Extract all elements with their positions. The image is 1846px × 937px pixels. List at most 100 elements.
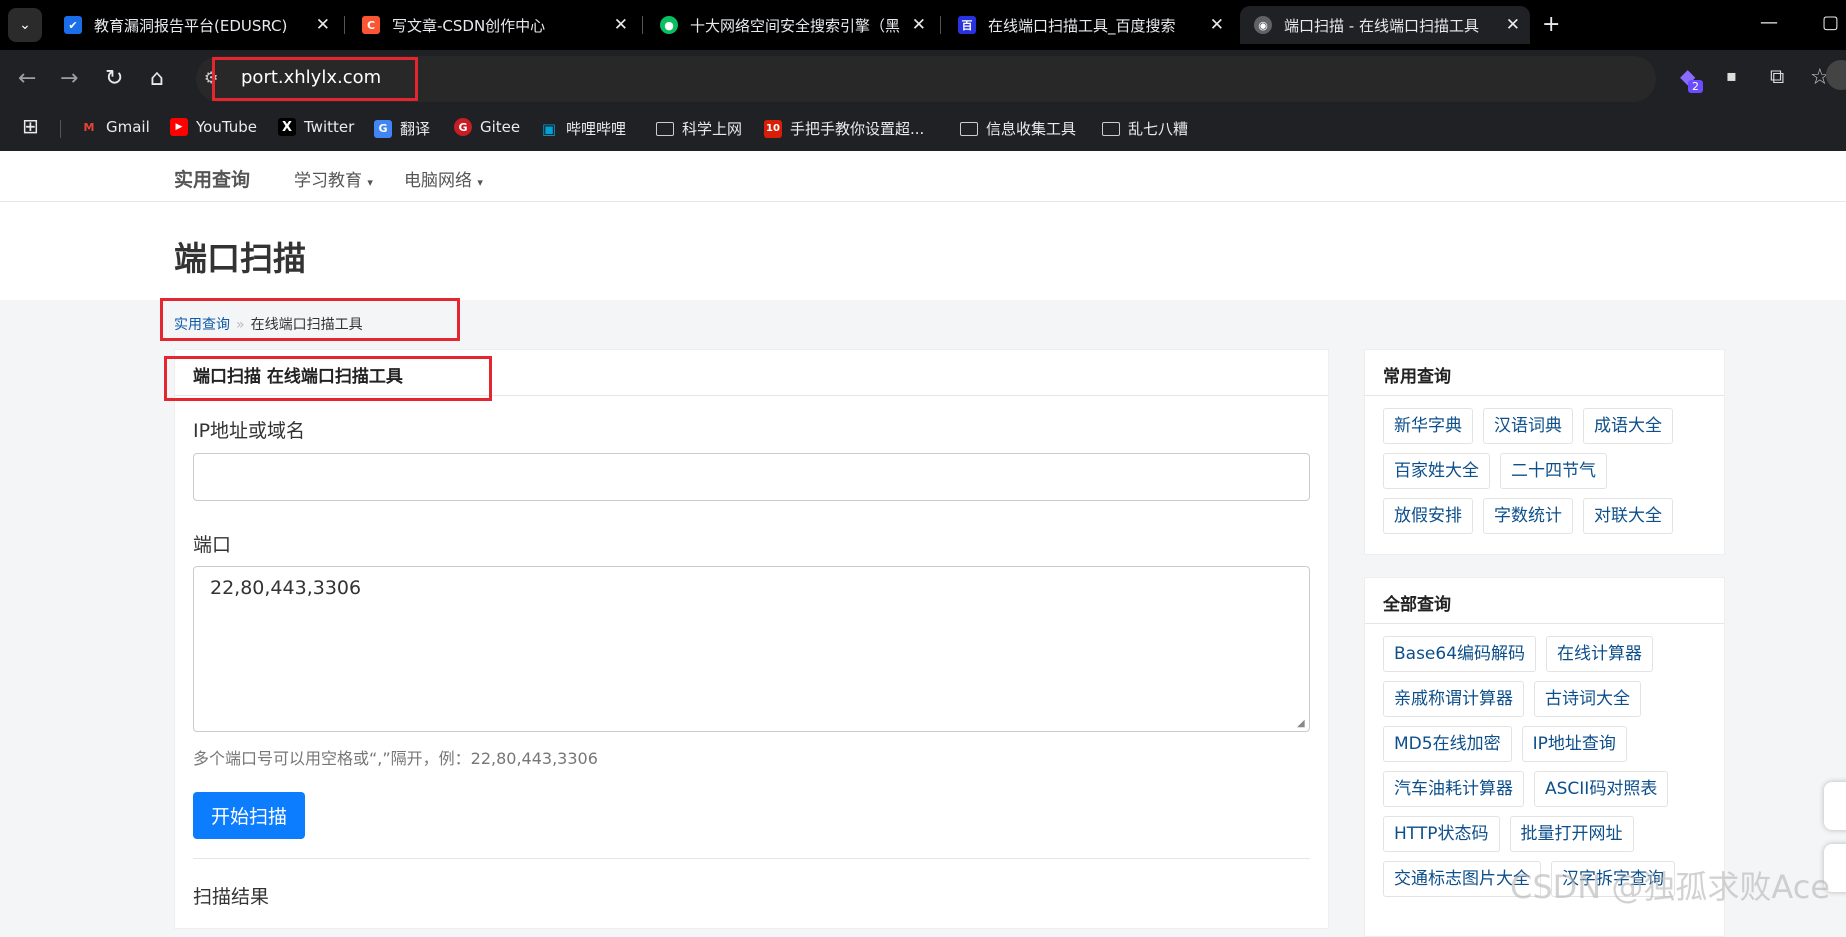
new-tab-plus-icon[interactable]: + <box>1542 12 1560 37</box>
query-link[interactable]: 批量打开网址 <box>1509 816 1634 852</box>
close-icon[interactable]: ✕ <box>614 15 628 35</box>
bookmark-twitter[interactable]: X Twitter <box>278 118 354 136</box>
minimize-icon[interactable]: — <box>1760 12 1778 33</box>
ip-input[interactable] <box>193 453 1310 501</box>
divider <box>193 858 1310 859</box>
folder-icon <box>656 121 674 136</box>
tab-divider <box>344 16 345 34</box>
bookmark-tutorial[interactable]: 10 手把手教你设置超... <box>764 118 924 139</box>
address-bar[interactable]: ⚙ port.xhlylx.com ☆ <box>196 56 1830 102</box>
home-icon[interactable]: ⌂ <box>150 66 164 91</box>
bookmark-label: Gitee <box>480 118 521 136</box>
resize-handle-icon[interactable]: ◢ <box>1297 718 1305 729</box>
common-query-panel: 常用查询 新华字典 汉语词典 成语大全 百家姓大全 二十四节气 放假安排 字数统… <box>1364 349 1725 555</box>
all-query-title: 全部查询 <box>1365 578 1724 624</box>
common-query-title: 常用查询 <box>1365 350 1724 396</box>
gmail-icon: M <box>83 120 95 134</box>
gitee-icon: G <box>454 118 472 136</box>
bookmark-folder[interactable]: 信息收集工具 <box>960 118 1076 139</box>
puzzle-icon[interactable]: ⧉ <box>1770 64 1784 88</box>
wechat-icon: ● <box>660 16 678 34</box>
query-link[interactable]: IP地址查询 <box>1521 726 1627 762</box>
floating-tool-button[interactable] <box>1824 782 1846 830</box>
query-link[interactable]: ASCII码对照表 <box>1534 771 1669 807</box>
bilibili-icon: ▣ <box>541 119 557 138</box>
bookmark-label: 翻译 <box>400 120 431 138</box>
folder-icon <box>1102 121 1120 136</box>
page-title: 端口扫描 <box>174 239 306 278</box>
bookmark-label: 手把手教你设置超... <box>790 120 925 138</box>
reload-icon[interactable]: ↻ <box>105 66 123 91</box>
query-link[interactable]: 亲戚称谓计算器 <box>1383 681 1524 717</box>
url-text[interactable]: port.xhlylx.com <box>241 67 381 88</box>
back-arrow-icon[interactable]: ← <box>18 66 36 91</box>
close-icon[interactable]: ✕ <box>316 15 330 35</box>
browser-tab[interactable]: C 写文章-CSDN创作中心 ✕ <box>348 6 638 44</box>
query-link[interactable]: 汽车油耗计算器 <box>1383 771 1524 807</box>
query-link[interactable]: 对联大全 <box>1583 498 1673 534</box>
extension-badge: 2 <box>1688 80 1703 93</box>
query-link[interactable]: 字数统计 <box>1483 498 1573 534</box>
bookmark-label: 乱七八糟 <box>1128 120 1189 138</box>
browser-tab[interactable]: ✔ 教育漏洞报告平台(EDUSRC) ✕ <box>50 6 340 44</box>
bookmark-divider <box>60 120 61 138</box>
bookmark-bilibili[interactable]: ▣ 哔哩哔哩 <box>540 118 626 139</box>
browser-tab[interactable]: 百 在线端口扫描工具_百度搜索 ✕ <box>944 6 1234 44</box>
bookmark-youtube[interactable]: ▶ YouTube <box>170 118 257 136</box>
query-link[interactable]: HTTP状态码 <box>1383 816 1500 852</box>
site-info-icon[interactable]: ⚙ <box>204 68 218 87</box>
site-navbar: 实用查询 学习教育 ▾ 电脑网络 ▾ <box>0 151 1846 202</box>
site-brand[interactable]: 实用查询 <box>174 165 250 192</box>
port-field-label: 端口 <box>193 534 232 556</box>
query-link[interactable]: 放假安排 <box>1383 498 1473 534</box>
forward-arrow-icon[interactable]: → <box>60 66 78 91</box>
globe-icon: ◉ <box>1254 16 1272 34</box>
watermark: CSDN @独孤求败Ace <box>1510 868 1831 906</box>
maximize-icon[interactable]: ▢ <box>1822 12 1839 33</box>
query-link[interactable]: 成语大全 <box>1583 408 1673 444</box>
browser-toolbar: ← → ↻ ⌂ ⚙ port.xhlylx.com ☆ ◆ 2 ▪ ⧉ <box>0 50 1846 108</box>
nav-dropdown-education[interactable]: 学习教育 ▾ <box>294 166 373 191</box>
tab-search-button[interactable]: ⌄ <box>8 8 42 42</box>
query-link[interactable]: 新华字典 <box>1383 408 1473 444</box>
start-scan-button[interactable]: 开始扫描 <box>193 792 305 839</box>
extension-icon[interactable]: ▪ <box>1726 66 1737 85</box>
close-icon[interactable]: ✕ <box>1506 15 1520 35</box>
query-link[interactable]: 古诗词大全 <box>1534 681 1641 717</box>
panel-title: 端口扫描 在线端口扫描工具 <box>175 350 1328 396</box>
ip-field-label: IP地址或域名 <box>193 420 306 442</box>
chevron-down-icon: ⌄ <box>19 17 31 33</box>
query-link[interactable]: 在线计算器 <box>1546 636 1654 672</box>
bookmark-folder[interactable]: 科学上网 <box>656 118 742 139</box>
tab-title: 十大网络空间安全搜索引擎（黑 <box>690 16 901 35</box>
scan-result-label: 扫描结果 <box>193 886 270 908</box>
query-link[interactable]: 二十四节气 <box>1500 453 1607 489</box>
port-textarea[interactable]: 22,80,443,3306 <box>193 566 1310 732</box>
bookmark-translate[interactable]: G 翻译 <box>374 118 430 139</box>
bookmark-gitee[interactable]: G Gitee <box>454 118 520 136</box>
tab-strip: ⌄ ✔ 教育漏洞报告平台(EDUSRC) ✕ C 写文章-CSDN创作中心 ✕ … <box>0 0 1846 50</box>
bookmark-gmail[interactable]: M Gmail <box>80 118 150 136</box>
breadcrumb-home-link[interactable]: 实用查询 <box>174 317 230 333</box>
query-link[interactable]: MD5在线加密 <box>1383 726 1512 762</box>
bookmark-label: Gmail <box>106 118 150 136</box>
folder-icon <box>960 121 978 136</box>
close-icon[interactable]: ✕ <box>1210 15 1224 35</box>
nav-dropdown-computer[interactable]: 电脑网络 ▾ <box>404 166 483 191</box>
query-link[interactable]: Base64编码解码 <box>1383 636 1537 672</box>
baidu-icon: 百 <box>958 16 976 34</box>
browser-tab[interactable]: ● 十大网络空间安全搜索引擎（黑 ✕ <box>646 6 936 44</box>
bookmark-label: Twitter <box>304 118 355 136</box>
apps-grid-icon[interactable]: ⊞ <box>22 114 39 138</box>
tab-divider <box>642 16 643 34</box>
x-twitter-icon: X <box>278 118 296 136</box>
bookmark-folder[interactable]: 乱七八糟 <box>1102 118 1188 139</box>
page-header: 端口扫描 <box>0 202 1846 300</box>
query-link[interactable]: 汉语词典 <box>1483 408 1573 444</box>
tab-title: 在线端口扫描工具_百度搜索 <box>988 16 1176 35</box>
query-link[interactable]: 百家姓大全 <box>1383 453 1490 489</box>
browser-tab-active[interactable]: ◉ 端口扫描 - 在线端口扫描工具 ✕ <box>1240 6 1530 44</box>
common-query-tags: 新华字典 汉语词典 成语大全 百家姓大全 二十四节气 放假安排 字数统计 对联大… <box>1365 396 1724 543</box>
tab-favicon-icon: ✔ <box>64 16 82 34</box>
close-icon[interactable]: ✕ <box>912 15 926 35</box>
